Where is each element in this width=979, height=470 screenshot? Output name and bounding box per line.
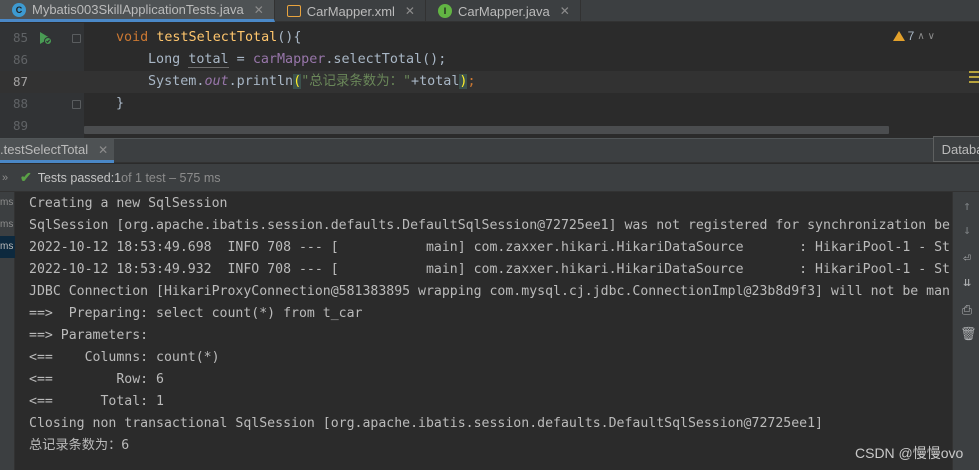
code-text: Long total = carMapper.selectTotal(); xyxy=(148,49,446,71)
console-line: JDBC Connection [HikariProxyConnection@5… xyxy=(29,284,950,299)
database-label: Databas xyxy=(941,141,979,157)
fold-icon[interactable] xyxy=(72,34,81,43)
line-number: 85 xyxy=(12,30,28,45)
run-toolwindow-header: .testSelectTotal ✕ Databas xyxy=(0,136,979,163)
console-line: <== Columns: count(*) xyxy=(29,350,220,365)
variable: total xyxy=(188,52,229,68)
horizontal-scrollbar[interactable] xyxy=(84,126,889,134)
code-token: .println xyxy=(228,74,294,89)
close-icon[interactable]: ✕ xyxy=(98,143,108,157)
watermark: CSDN @慢慢ovo xyxy=(855,445,964,461)
code-line: 88 } xyxy=(0,93,979,115)
close-icon[interactable]: ✕ xyxy=(254,3,264,17)
console-line: <== Total: 1 xyxy=(29,394,164,409)
warning-count: 7 xyxy=(907,29,915,43)
editor-tab-bar: C Mybatis003SkillApplicationTests.java ✕… xyxy=(0,0,979,22)
console-output[interactable]: Creating a new SqlSession SqlSession [or… xyxy=(15,192,952,470)
check-icon: ✔ xyxy=(20,169,32,185)
console-line: 2022-10-12 18:53:49.932 INFO 708 --- [ m… xyxy=(29,262,950,277)
method-name: testSelectTotal xyxy=(156,30,278,45)
console-line: Creating a new SqlSession xyxy=(29,196,228,211)
console-toolbar: ↑ ↓ ⏎ ⇊ ⎙ 🗑 xyxy=(952,192,979,470)
tab-label: Mybatis003SkillApplicationTests.java xyxy=(32,2,244,17)
line-number: 88 xyxy=(12,96,28,111)
run-test-icon[interactable] xyxy=(38,31,52,45)
test-tree-panel: ms ms ms xyxy=(0,192,15,470)
soft-wrap-icon[interactable]: ⏎ xyxy=(960,252,974,266)
test-status-bar: » ✔ Tests passed: 1 of 1 test – 575 ms xyxy=(0,164,979,192)
code-token: + xyxy=(411,74,420,89)
arrow-down-icon[interactable]: ↓ xyxy=(960,224,974,238)
code-line: 86 Long total = carMapper.selectTotal(); xyxy=(0,49,979,71)
tab-carmapper-xml[interactable]: CarMapper.xml ✕ xyxy=(275,0,426,22)
keyword: void xyxy=(116,30,149,45)
status-passed-text: Tests passed: xyxy=(37,170,115,185)
inspection-widget[interactable]: 7 ∧ ∨ xyxy=(892,29,935,43)
stripe-mark[interactable] xyxy=(969,81,979,83)
class-icon: C xyxy=(12,2,26,17)
status-count: 1 xyxy=(114,170,122,185)
run-tab-label: .testSelectTotal xyxy=(0,142,89,157)
console-line: <== Row: 6 xyxy=(29,372,164,387)
console-line: ==> Preparing: select count(*) from t_ca… xyxy=(29,306,363,321)
test-tree-item-selected[interactable]: ms xyxy=(0,236,15,258)
trash-icon[interactable]: 🗑 xyxy=(960,328,977,342)
code-token: Long xyxy=(148,52,189,67)
arrow-up-icon[interactable]: ↑ xyxy=(960,200,974,214)
close-icon[interactable]: ✕ xyxy=(560,4,570,18)
warning-icon xyxy=(892,31,905,41)
stripe-mark[interactable] xyxy=(969,71,979,73)
stripe-mark[interactable] xyxy=(969,76,979,78)
fold-icon[interactable] xyxy=(72,100,81,109)
code-text: void testSelectTotal(){ xyxy=(116,27,301,49)
line-number: 89 xyxy=(12,118,28,133)
code-editor[interactable]: 85 void testSelectTotal(){ 86 Long total… xyxy=(0,23,979,138)
chevron-down-icon[interactable]: ∨ xyxy=(928,31,935,42)
chevron-up-icon[interactable]: ∧ xyxy=(917,31,924,42)
string-literal: "总记录条数为：" xyxy=(301,74,412,89)
database-toolwindow-button[interactable]: Databas xyxy=(932,136,979,162)
xml-icon xyxy=(286,5,301,17)
tab-label: CarMapper.java xyxy=(457,3,550,19)
console-line: ==> Parameters: xyxy=(29,328,157,343)
console-line: 总记录条数为：6 xyxy=(29,438,130,453)
console-line: Closing non transactional SqlSession [or… xyxy=(29,416,823,431)
code-token: System. xyxy=(148,74,205,89)
error-stripe xyxy=(969,71,979,86)
code-token: ; xyxy=(467,74,476,89)
code-token: = xyxy=(228,52,253,67)
bracket: ( xyxy=(293,74,302,89)
code-token: .selectTotal(); xyxy=(325,52,447,67)
tab-test-class[interactable]: C Mybatis003SkillApplicationTests.java ✕ xyxy=(0,0,275,22)
console-line: SqlSession [org.apache.ibatis.session.de… xyxy=(29,218,950,233)
status-detail: of 1 test – 575 ms xyxy=(121,170,221,185)
code-text: } xyxy=(116,93,124,115)
close-icon[interactable]: ✕ xyxy=(405,4,415,18)
code-line: 85 void testSelectTotal(){ xyxy=(0,27,979,49)
code-text: System.out.println("总记录条数为："+total); xyxy=(148,71,476,93)
run-tab[interactable]: .testSelectTotal ✕ xyxy=(0,139,115,163)
code-token: } xyxy=(116,96,125,111)
test-tree-item[interactable]: ms xyxy=(0,192,15,214)
tab-label: CarMapper.xml xyxy=(306,3,395,19)
print-icon[interactable]: ⎙ xyxy=(960,304,974,318)
code-line-current: 87 System.out.println("总记录条数为："+total); xyxy=(0,71,979,93)
field: carMapper xyxy=(252,52,326,67)
tab-carmapper-java[interactable]: I CarMapper.java ✕ xyxy=(426,0,581,22)
double-chevron-icon[interactable]: » xyxy=(2,172,16,184)
variable: total xyxy=(419,74,460,89)
line-number: 86 xyxy=(12,52,28,67)
interface-icon: I xyxy=(437,4,452,18)
static-field: out xyxy=(204,74,229,89)
code-token: (){ xyxy=(277,30,302,45)
console-line: 2022-10-12 18:53:49.698 INFO 708 --- [ m… xyxy=(29,240,950,255)
line-number: 87 xyxy=(12,74,28,89)
test-tree-item[interactable]: ms xyxy=(0,214,15,236)
scroll-to-end-icon[interactable]: ⇊ xyxy=(960,276,974,290)
